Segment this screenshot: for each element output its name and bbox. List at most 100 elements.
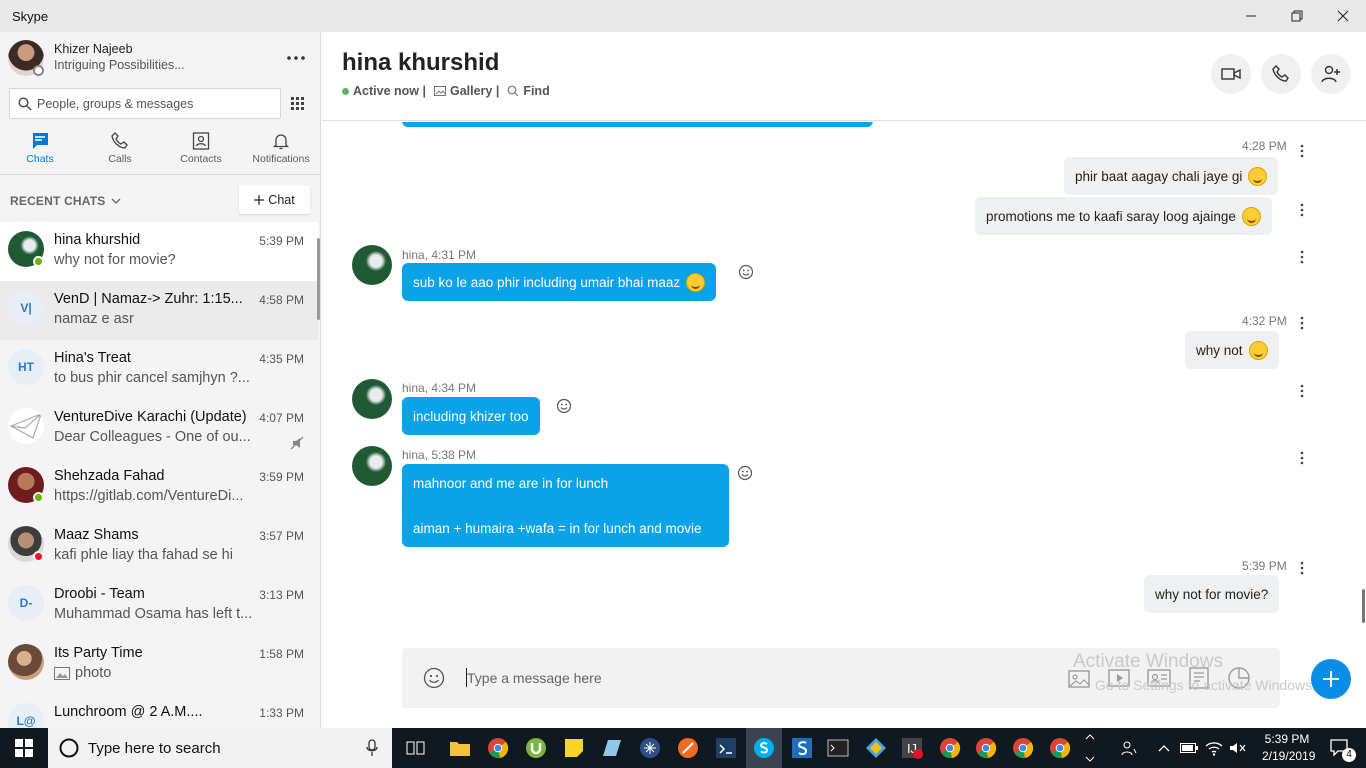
message-bubble[interactable]: including khizer too [402, 397, 540, 435]
file-explorer-icon[interactable] [446, 734, 474, 762]
profile-area[interactable]: Khizer Najeeb Intriguing Possibilities..… [0, 32, 320, 84]
app-icon[interactable] [598, 734, 626, 762]
volume-icon[interactable] [1226, 728, 1250, 768]
message-bubble[interactable]: sub ko le aao phir including umair bhai … [402, 263, 717, 301]
close-icon [1337, 10, 1349, 22]
avatar[interactable] [352, 446, 392, 486]
conversation-title: hina khurshid [342, 49, 500, 76]
minimize-button[interactable] [1228, 0, 1274, 32]
audio-call-button[interactable] [1261, 54, 1301, 94]
microphone-icon [366, 739, 378, 756]
new-chat-button[interactable]: Chat [239, 185, 310, 214]
app-icon[interactable] [636, 734, 664, 762]
chrome-icon[interactable] [484, 734, 512, 762]
message-bubble-partial[interactable] [402, 122, 873, 127]
tab-contacts[interactable]: Contacts [169, 128, 233, 174]
activate-windows-text: Go to Settings to activate Windows. [1095, 677, 1316, 693]
paper-plane-icon [9, 412, 42, 439]
taskbar-search[interactable]: Type here to search [48, 728, 392, 768]
battery-icon[interactable] [1177, 728, 1201, 768]
chat-time: 1:58 PM [259, 647, 304, 661]
app-icon[interactable] [674, 734, 702, 762]
avatar[interactable] [352, 245, 392, 285]
show-hidden-icons-icon[interactable] [1152, 728, 1176, 768]
chat-item-lunchroom[interactable]: L@ Lunchroom @ 2 A.M.... 1:33 PM [0, 694, 318, 728]
message-bubble[interactable]: phir baat aagay chali jaye gi [1064, 157, 1279, 195]
app-icon[interactable]: IJ [898, 734, 926, 762]
tab-calls[interactable]: Calls [88, 128, 152, 174]
more-icon [1300, 203, 1304, 217]
phone-icon [111, 132, 128, 149]
chat-name: Droobi - Team [54, 586, 145, 602]
message-input[interactable]: Type a message here [467, 670, 602, 686]
contacts-icon [192, 132, 210, 150]
message-time: 5:39 PM [1242, 559, 1287, 573]
more-icon [1300, 250, 1304, 264]
vscode-icon[interactable] [712, 734, 740, 762]
close-button[interactable] [1320, 0, 1366, 32]
chrome-icon[interactable] [972, 734, 1000, 762]
search-placeholder: People, groups & messages [37, 97, 194, 111]
add-content-button[interactable] [1311, 659, 1351, 699]
message-bubble[interactable]: why not [1185, 331, 1279, 369]
message-scrollbar[interactable] [1362, 589, 1365, 623]
start-button[interactable] [0, 728, 48, 768]
message-bubble[interactable]: mahnoor and me are in for lunch aiman + … [402, 464, 729, 547]
video-camera-icon [1221, 68, 1241, 80]
tab-chats[interactable]: Chats [8, 128, 72, 174]
chat-item-maaz-shams[interactable]: Maaz Shams 3:57 PM kafi phle liay tha fa… [0, 517, 318, 576]
video-call-button[interactable] [1211, 54, 1251, 94]
action-center-button[interactable]: 4 [1320, 728, 1360, 768]
new-chat-label: Chat [268, 192, 295, 207]
restore-button[interactable] [1274, 0, 1320, 32]
chat-list-scrollbar[interactable] [317, 238, 320, 320]
clock-time: 5:39 PM [1264, 732, 1310, 746]
taskbar-search-placeholder: Type here to search [88, 740, 221, 757]
chat-item-its-party-time[interactable]: Its Party Time 1:58 PM photo [0, 635, 318, 694]
chrome-icon[interactable] [1046, 734, 1074, 762]
gallery-link[interactable]: Gallery | [450, 84, 499, 98]
message-text: including khizer too [413, 408, 529, 424]
message-bubble[interactable]: why not for movie? [1144, 575, 1280, 613]
chat-item-hina-khurshid[interactable]: hina khurshid 5:39 PM why not for movie? [0, 222, 318, 281]
chat-item-droobi-team[interactable]: D- Droobi - Team 3:13 PM Muhammad Osama … [0, 576, 318, 635]
message-bubble[interactable]: promotions me to kaafi saray loog ajaing… [975, 197, 1272, 235]
chat-item-hinas-treat[interactable]: HT Hina's Treat 4:35 PM to bus phir canc… [0, 340, 318, 399]
add-people-button[interactable] [1311, 54, 1351, 94]
message-sender-time: hina, 4:34 PM [402, 381, 477, 395]
app-icon[interactable] [862, 734, 890, 762]
dialpad-button[interactable] [285, 92, 309, 116]
avatar[interactable] [352, 379, 392, 419]
chat-time: 4:35 PM [259, 352, 304, 366]
taskbar-scroll-arrows-icon[interactable] [1082, 728, 1098, 768]
terminal-icon[interactable] [824, 734, 852, 762]
chat-item-venturedive-karachi[interactable]: VentureDive Karachi (Update) 4:07 PM Dea… [0, 399, 318, 458]
bell-icon [272, 134, 290, 150]
chat-item-shehzada-fahad[interactable]: Shehzada Fahad 3:59 PM https://gitlab.co… [0, 458, 318, 517]
more-options-button[interactable] [285, 48, 307, 68]
nav-tabs: Chats Calls Contacts Notifications [0, 128, 320, 174]
app-icon[interactable] [788, 734, 816, 762]
recent-chats-dropdown[interactable]: RECENT CHATS [10, 194, 121, 208]
task-view-icon[interactable] [402, 734, 430, 762]
message-time: 4:32 PM [1242, 314, 1287, 328]
utorrent-icon[interactable] [522, 734, 550, 762]
chat-preview-text: photo [75, 665, 112, 681]
search-input[interactable]: People, groups & messages [9, 88, 281, 119]
chat-item-vend-namaz[interactable]: V| VenD | Namaz-> Zuhr: 1:15... 4:58 PM … [0, 281, 318, 340]
chat-name: Hina's Treat [54, 350, 131, 366]
system-clock[interactable]: 5:39 PM 2/19/2019 [1262, 731, 1315, 765]
search-icon [18, 97, 32, 111]
more-icon [1300, 144, 1304, 158]
people-icon[interactable] [1116, 728, 1142, 768]
tab-notifications[interactable]: Notifications [249, 128, 313, 174]
sticky-notes-icon[interactable] [560, 734, 588, 762]
add-person-icon [1321, 65, 1340, 83]
chat-preview: kafi phle liay tha fahad se hi [54, 547, 233, 563]
find-link[interactable]: Find [523, 84, 549, 98]
skype-taskbar-icon[interactable] [746, 728, 782, 768]
wifi-icon[interactable] [1202, 728, 1226, 768]
chrome-icon[interactable] [1009, 734, 1037, 762]
message-text: mahnoor and me are in for lunch [413, 475, 609, 491]
chrome-icon[interactable] [936, 734, 964, 762]
